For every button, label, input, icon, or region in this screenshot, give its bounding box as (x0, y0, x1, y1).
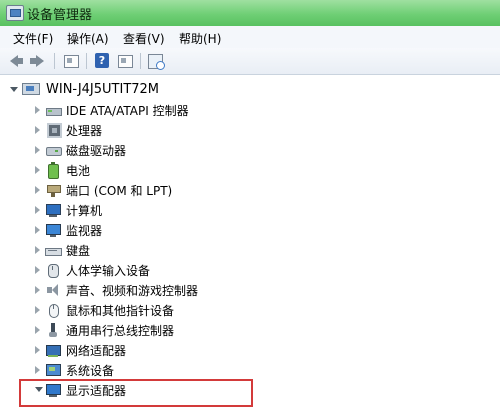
properties-icon (64, 55, 79, 68)
computer-icon (45, 202, 61, 218)
scan-hardware-icon (148, 54, 165, 70)
tree-item-sound[interactable]: 声音、视频和游戏控制器 (35, 280, 335, 300)
window-title: 设备管理器 (27, 8, 93, 23)
view-button[interactable] (116, 52, 134, 70)
expand-arrow-icon[interactable] (35, 186, 40, 194)
menu-action[interactable]: 操作(A) (67, 30, 109, 47)
tree-item-ide[interactable]: IDE ATA/ATAPI 控制器 (35, 100, 335, 120)
view-icon (118, 55, 133, 68)
properties-button[interactable] (62, 52, 80, 70)
tree-item-processor[interactable]: 处理器 (35, 120, 335, 140)
toolbar: ? (0, 48, 500, 75)
expand-arrow-icon[interactable] (35, 266, 40, 274)
tree-item-mouse[interactable]: 鼠标和其他指针设备 (35, 300, 335, 320)
sound-icon (45, 282, 61, 298)
help-button[interactable]: ? (93, 52, 111, 70)
tree-item-system[interactable]: 系统设备 (35, 360, 335, 380)
tree-item-monitor[interactable]: 监视器 (35, 220, 335, 240)
menu-file[interactable]: 文件(F) (13, 30, 53, 47)
processor-icon (47, 123, 62, 138)
tree-item-label: 键盘 (66, 244, 91, 258)
menu-help[interactable]: 帮助(H) (179, 30, 221, 47)
toolbar-separator (86, 53, 87, 69)
keyboard-icon (45, 242, 62, 258)
toolbar-separator (54, 53, 55, 69)
port-icon (45, 182, 61, 198)
expand-arrow-icon[interactable] (35, 126, 40, 134)
collapse-arrow-icon[interactable] (10, 87, 18, 92)
expand-arrow-icon[interactable] (35, 286, 40, 294)
expand-arrow-icon[interactable] (35, 146, 40, 154)
menu-view[interactable]: 查看(V) (123, 30, 165, 47)
title-bar[interactable]: 设备管理器 (0, 0, 500, 26)
tree-item-label: 端口 (COM 和 LPT) (66, 184, 173, 198)
expand-arrow-icon[interactable] (35, 326, 40, 334)
back-icon (10, 55, 23, 67)
computer-name: WIN-J4J5UTIT72M (46, 82, 160, 97)
tree-item-hid[interactable]: 人体学输入设备 (35, 260, 335, 280)
tree-item-label: 声音、视频和游戏控制器 (66, 284, 199, 298)
tree-item-label: 网络适配器 (66, 344, 127, 358)
expand-arrow-icon[interactable] (35, 306, 40, 314)
tree-item-label: 计算机 (66, 204, 103, 218)
tree-item-label: 电池 (66, 164, 91, 178)
system-device-icon (45, 362, 61, 378)
expand-arrow-icon[interactable] (35, 346, 40, 354)
tree-item-keyboard[interactable]: 键盘 (35, 240, 335, 260)
hid-icon (45, 262, 61, 278)
tree-item-label: IDE ATA/ATAPI 控制器 (66, 104, 189, 118)
expand-arrow-icon[interactable] (35, 366, 40, 374)
tree-item-ports[interactable]: 端口 (COM 和 LPT) (35, 180, 335, 200)
tree-item-battery[interactable]: 电池 (35, 160, 335, 180)
expand-arrow-icon[interactable] (35, 246, 40, 254)
tree-item-label: 磁盘驱动器 (66, 144, 127, 158)
device-manager-icon (6, 5, 24, 21)
device-tree: WIN-J4J5UTIT72M IDE ATA/ATAPI 控制器 处理器 磁盘… (0, 75, 500, 398)
scan-hardware-button[interactable] (146, 52, 165, 70)
expand-arrow-icon[interactable] (35, 166, 40, 174)
computer-icon (22, 83, 40, 95)
highlight-box (19, 379, 253, 407)
expand-arrow-icon[interactable] (35, 226, 40, 234)
tree-item-label: 处理器 (66, 124, 103, 138)
tree-item-disk[interactable]: 磁盘驱动器 (35, 140, 335, 160)
help-icon: ? (95, 53, 109, 68)
mouse-icon (45, 302, 61, 318)
battery-icon (45, 162, 61, 179)
tree-item-label: 鼠标和其他指针设备 (66, 304, 175, 318)
menu-bar: 文件(F) 操作(A) 查看(V) 帮助(H) (0, 26, 500, 49)
tree-item-usb[interactable]: 通用串行总线控制器 (35, 320, 335, 340)
usb-icon (45, 322, 61, 338)
forward-button[interactable] (30, 52, 48, 70)
monitor-icon (45, 222, 61, 238)
forward-icon (30, 55, 44, 67)
expand-arrow-icon[interactable] (35, 106, 40, 114)
disk-drive-icon (45, 142, 62, 158)
expand-arrow-icon[interactable] (35, 206, 40, 214)
back-button[interactable] (8, 52, 26, 70)
tree-item-computer[interactable]: 计算机 (35, 200, 335, 220)
toolbar-separator (140, 53, 141, 69)
tree-item-label: 通用串行总线控制器 (66, 324, 175, 338)
tree-item-label: 监视器 (66, 224, 103, 238)
network-adapter-icon (45, 342, 61, 358)
ide-controller-icon (45, 102, 62, 118)
tree-item-network[interactable]: 网络适配器 (35, 340, 335, 360)
tree-item-label: 系统设备 (66, 364, 115, 378)
tree-root[interactable]: WIN-J4J5UTIT72M (8, 80, 308, 100)
tree-item-label: 人体学输入设备 (66, 264, 151, 278)
